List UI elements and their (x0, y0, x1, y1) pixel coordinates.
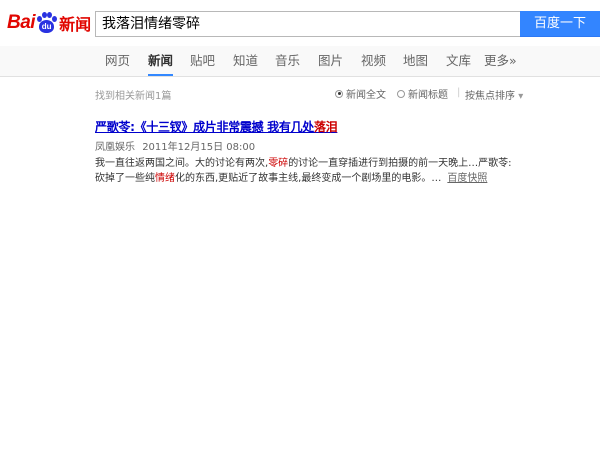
tab-images[interactable]: 图片 (318, 46, 343, 76)
result-title-text: 严歌苓:《十三钗》成片非常震撼 我有几处 (95, 120, 314, 134)
option-fulltext-label: 新闻全文 (346, 90, 386, 101)
sort-label: 按焦点排序 (465, 91, 515, 102)
result-title-link[interactable]: 严歌苓:《十三钗》成片非常震撼 我有几处落泪 (95, 118, 525, 135)
tab-web[interactable]: 网页 (105, 46, 130, 76)
separator: | (457, 87, 461, 98)
result-title-highlight: 落泪 (313, 120, 338, 134)
radio-unchecked-icon[interactable] (397, 89, 405, 98)
abstract-text: 砍掉了一些纯 (95, 173, 155, 184)
abstract-line-2: 砍掉了一些纯情绪化的东西,更贴近了故事主线,最终变成一个剧场里的电影。… 百度快照 (95, 171, 525, 186)
abstract-line-1: 我一直往返两国之间。大的讨论有两次,零碎的讨论一直穿插进行到拍摄的前一天晚上…严… (95, 156, 525, 171)
abstract-text: 的讨论一直穿插进行到拍摄的前一天晚上…严歌苓: (288, 158, 512, 169)
option-title-label: 新闻标题 (408, 90, 448, 101)
tab-more[interactable]: 更多» (484, 46, 517, 76)
sort-dropdown[interactable]: 按焦点排序 ▾ (465, 87, 523, 102)
result-count: 找到相关新闻1篇 (95, 91, 172, 102)
logo-text-paw: du (39, 20, 55, 33)
result-abstract: 我一直往返两国之间。大的讨论有两次,零碎的讨论一直穿插进行到拍摄的前一天晚上…严… (95, 156, 525, 186)
abstract-text: 我一直往返两国之间。大的讨论有两次, (95, 158, 269, 169)
chevron-down-icon: ▾ (518, 91, 524, 102)
tab-music[interactable]: 音乐 (275, 46, 300, 76)
header: Bai du 新闻 我落泪情绪零碎 百度一下 (0, 0, 600, 46)
news-result: 严歌苓:《十三钗》成片非常震撼 我有几处落泪 凤凰娱乐 2011年12月15日 … (95, 118, 525, 186)
tab-video[interactable]: 视频 (361, 46, 386, 76)
tab-wenku[interactable]: 文库 (446, 46, 471, 76)
abstract-text: 化的东西,更贴近了故事主线,最终变成一个剧场里的电影。… (175, 173, 442, 184)
abstract-highlight: 零碎 (268, 158, 289, 169)
option-title[interactable]: 新闻标题 (397, 86, 448, 101)
option-fulltext[interactable]: 新闻全文 (335, 86, 386, 101)
tab-news[interactable]: 新闻 (148, 46, 174, 76)
baidu-news-logo[interactable]: Bai du 新闻 (7, 10, 91, 36)
abstract-highlight: 情绪 (155, 173, 175, 184)
result-date: 2011年12月15日 08:00 (142, 142, 256, 153)
search-input[interactable]: 我落泪情绪零碎 (95, 11, 520, 37)
paw-icon: du (36, 12, 58, 34)
tab-tieba[interactable]: 贴吧 (190, 46, 215, 76)
cache-link[interactable]: 百度快照 (447, 173, 487, 184)
search-button[interactable]: 百度一下 (520, 11, 600, 37)
nav-bar: 网页 新闻 贴吧 知道 音乐 图片 视频 地图 文库 更多» (0, 46, 600, 77)
tab-zhidao[interactable]: 知道 (233, 46, 258, 76)
logo-text-news: 新闻 (59, 15, 92, 34)
logo-text-latin: Bai (7, 12, 36, 33)
result-meta: 凤凰娱乐 2011年12月15日 08:00 (95, 138, 525, 153)
result-source: 凤凰娱乐 (95, 142, 135, 153)
tab-map[interactable]: 地图 (403, 46, 428, 76)
radio-checked-icon[interactable] (335, 89, 343, 98)
